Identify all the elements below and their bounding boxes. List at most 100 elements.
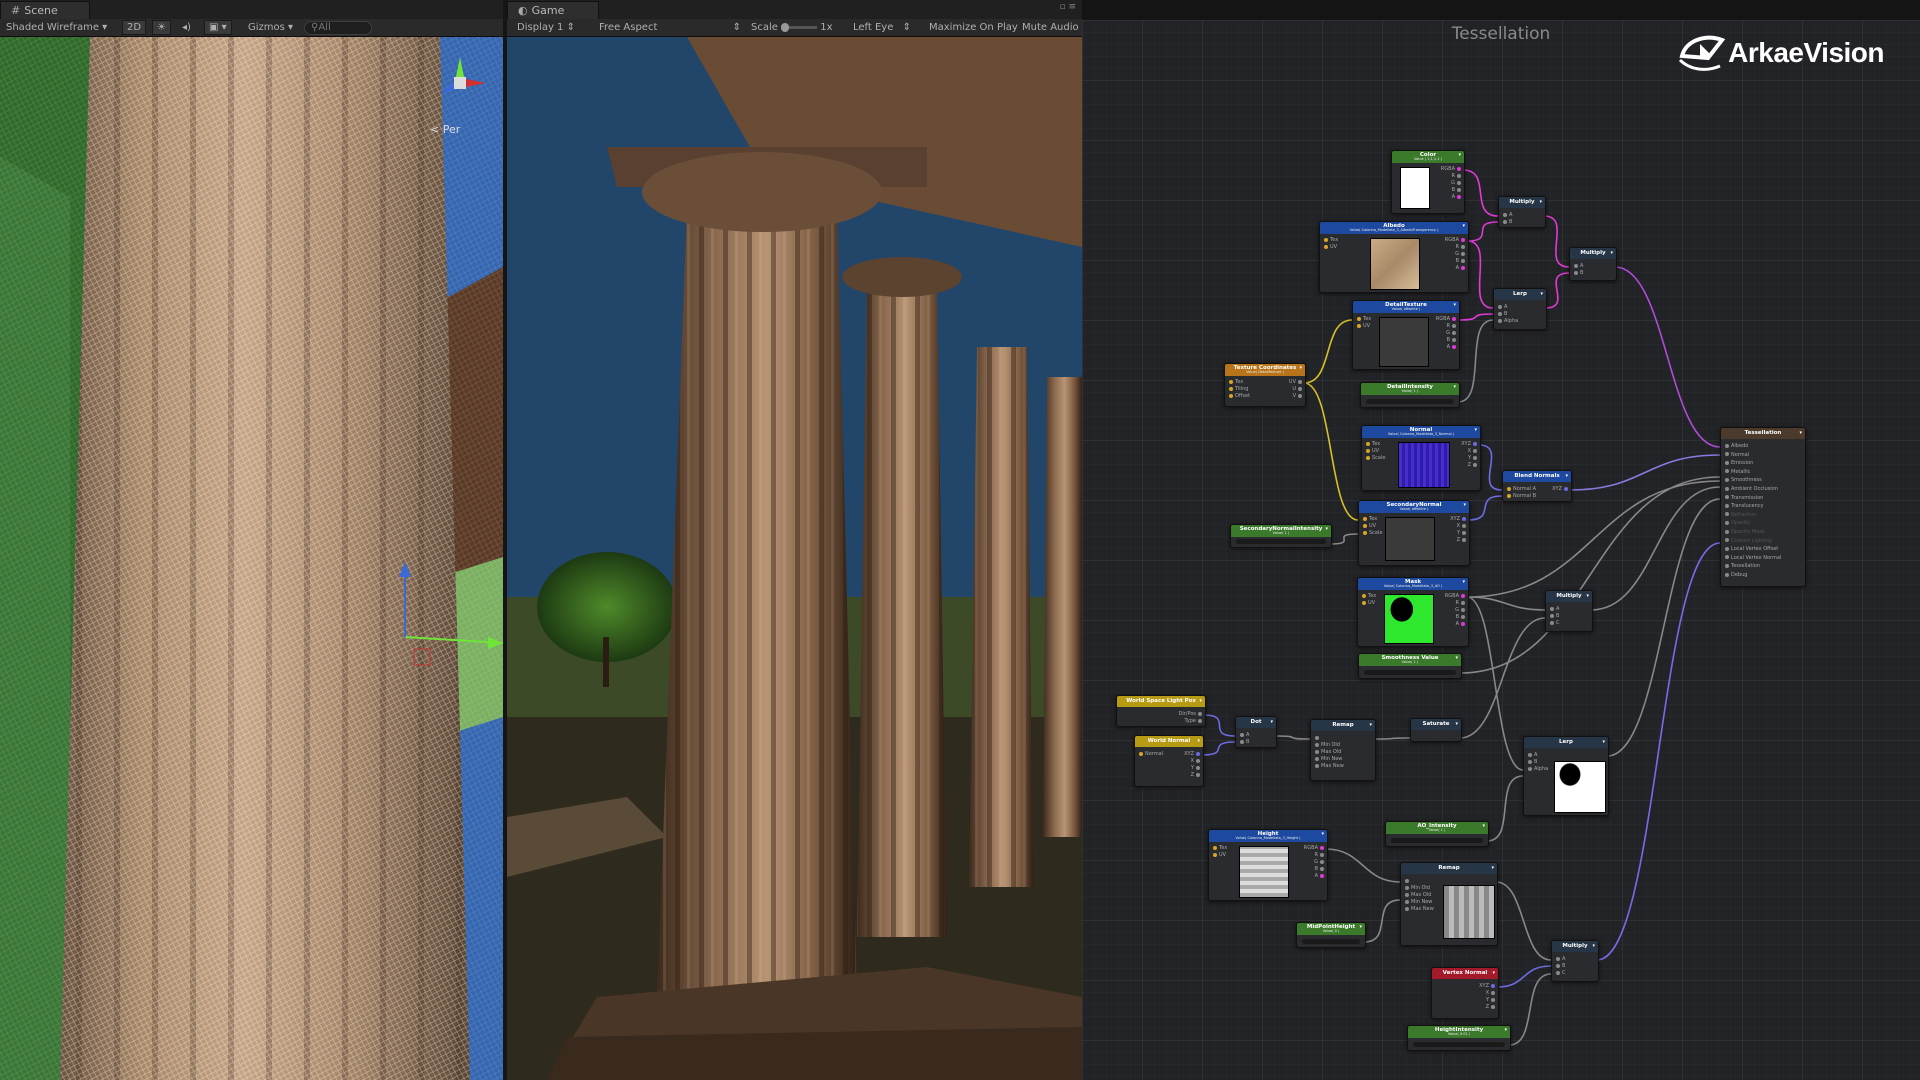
node-mask[interactable]: Mask ▾ Value( Colonna_Modellata_3_AO ) Tex U…	[1357, 577, 1469, 647]
port-dot-icon[interactable]	[1320, 873, 1324, 878]
node-output-port[interactable]: B	[1447, 337, 1458, 343]
connection-wire[interactable]	[1596, 542, 1721, 961]
port-dot-icon[interactable]	[1725, 538, 1729, 543]
port-dot-icon[interactable]	[1725, 520, 1729, 525]
node-header[interactable]: Multiply ▾	[1552, 941, 1598, 952]
connection-wire[interactable]	[1303, 319, 1353, 384]
port-dot-icon[interactable]	[1457, 194, 1461, 199]
node-output-port[interactable]: R	[1447, 323, 1458, 329]
connection-wire[interactable]	[1486, 775, 1524, 842]
node-output-port[interactable]: XYZ	[1184, 751, 1202, 757]
port-dot-icon[interactable]	[1366, 455, 1370, 460]
eye-dropdown[interactable]: Left Eye ⇕	[853, 19, 911, 36]
port-dot-icon[interactable]	[1556, 956, 1560, 961]
port-dot-icon[interactable]	[1725, 460, 1729, 465]
node-input-port[interactable]: Tex	[1211, 845, 1227, 851]
node-normal[interactable]: Normal ▾ Value( Colonna_Modellata_3_Normal…	[1361, 425, 1481, 491]
port-dot-icon[interactable]	[1556, 970, 1560, 975]
node-input-port[interactable]: A	[1501, 212, 1512, 218]
node-output-port[interactable]: R	[1456, 600, 1467, 606]
panel-menu-icon[interactable]: ▫ ≡	[1059, 2, 1076, 12]
connection-wire[interactable]	[1462, 169, 1499, 217]
mute-audio-toggle[interactable]: Mute Audio	[1022, 19, 1079, 36]
node-input-port[interactable]: A	[1548, 606, 1559, 612]
port-dot-icon[interactable]	[1574, 270, 1578, 275]
node-input-port[interactable]: Normal B	[1505, 493, 1536, 499]
port-dot-icon[interactable]	[1725, 486, 1729, 491]
effects-toggle-icon[interactable]: ▣ ▾	[204, 20, 232, 35]
node-collapse-icon[interactable]: ▾	[1492, 968, 1495, 979]
connection-wire[interactable]	[1569, 454, 1721, 491]
aspect-dropdown[interactable]: Free Aspect ⇕	[599, 19, 741, 36]
node-value-slider[interactable]	[1302, 939, 1360, 944]
node-header[interactable]: Vertex Normal ▾	[1432, 968, 1498, 979]
node-output-port[interactable]: XYZ	[1479, 983, 1497, 989]
port-dot-icon[interactable]	[1315, 749, 1319, 754]
node-output-port[interactable]: X	[1468, 448, 1479, 454]
port-dot-icon[interactable]	[1461, 593, 1465, 598]
node-collapse-icon[interactable]: ▾	[1602, 737, 1605, 748]
port-dot-icon[interactable]	[1452, 316, 1456, 321]
port-dot-icon[interactable]	[1198, 718, 1202, 723]
node-value-slider[interactable]	[1413, 1042, 1505, 1047]
port-dot-icon[interactable]	[1196, 765, 1200, 770]
node-output-port[interactable]: G	[1455, 607, 1467, 613]
node-input-port[interactable]: Alpha	[1526, 766, 1548, 772]
port-dot-icon[interactable]	[1229, 386, 1233, 391]
node-header[interactable]: DetailIntensity ▾ Value( 1 )	[1361, 383, 1459, 395]
node-output-port[interactable]: Type	[1185, 718, 1204, 724]
node-output-port[interactable]: B	[1315, 866, 1326, 872]
node-output-port[interactable]: G	[1455, 251, 1467, 257]
port-dot-icon[interactable]	[1298, 393, 1302, 398]
node-input-port[interactable]: A	[1526, 752, 1537, 758]
node-output-port[interactable]: XYZ	[1552, 486, 1570, 492]
port-dot-icon[interactable]	[1405, 885, 1409, 890]
port-dot-icon[interactable]	[1725, 469, 1729, 474]
port-dot-icon[interactable]	[1452, 323, 1456, 328]
connection-wire[interactable]	[1274, 735, 1311, 740]
node-input-port[interactable]: Debug	[1723, 572, 1747, 578]
node-output-port[interactable]: Z	[1191, 772, 1202, 778]
node-collapse-icon[interactable]: ▾	[1610, 248, 1613, 259]
node-tessellation[interactable]: Tessellation ▾ Albedo Normal Emission Metalli…	[1720, 427, 1806, 587]
port-dot-icon[interactable]	[1457, 166, 1461, 171]
node-input-port[interactable]	[1313, 735, 1321, 741]
node-output-port[interactable]: V	[1293, 393, 1304, 399]
port-dot-icon[interactable]	[1240, 732, 1244, 737]
2d-toggle[interactable]: 2D	[122, 20, 147, 35]
port-dot-icon[interactable]	[1457, 180, 1461, 185]
port-dot-icon[interactable]	[1473, 441, 1477, 446]
node-secondary-normal[interactable]: SecondaryNormal ▾ Value( offwhite ) Tex UV Sc…	[1358, 500, 1470, 566]
port-dot-icon[interactable]	[1528, 752, 1532, 757]
port-dot-icon[interactable]	[1461, 237, 1465, 242]
node-input-port[interactable]: Tex	[1360, 593, 1376, 599]
orientation-gizmo[interactable]	[430, 53, 490, 113]
node-output-port[interactable]: RGBA	[1445, 237, 1467, 243]
connection-wire[interactable]	[1373, 737, 1411, 740]
port-dot-icon[interactable]	[1491, 983, 1495, 988]
port-dot-icon[interactable]	[1550, 613, 1554, 618]
node-output-port[interactable]: G	[1446, 330, 1458, 336]
node-multiply1[interactable]: Multiply ▾ A B	[1498, 196, 1546, 228]
connection-wire[interactable]	[1508, 973, 1552, 1046]
port-dot-icon[interactable]	[1725, 495, 1729, 500]
node-header[interactable]: Multiply ▾	[1570, 248, 1616, 259]
port-dot-icon[interactable]	[1320, 859, 1324, 864]
port-dot-icon[interactable]	[1550, 606, 1554, 611]
node-input-port[interactable]: Tex	[1227, 379, 1243, 385]
node-header[interactable]: SecondaryNormalIntensity ▾ Value( 1 )	[1231, 525, 1331, 537]
port-dot-icon[interactable]	[1462, 516, 1466, 521]
port-dot-icon[interactable]	[1457, 173, 1461, 178]
node-input-port[interactable]: UV	[1360, 600, 1375, 606]
node-output-port[interactable]: Z	[1486, 1004, 1497, 1010]
node-color[interactable]: Color ▾ Value ( 1,1,1,1 ) RGBA R G B A	[1391, 150, 1465, 214]
node-input-port[interactable]: Local Vertex Normal	[1723, 555, 1781, 561]
port-dot-icon[interactable]	[1462, 530, 1466, 535]
connection-wire[interactable]	[1495, 881, 1552, 961]
port-dot-icon[interactable]	[1405, 899, 1409, 904]
node-collapse-icon[interactable]: ▾	[1565, 471, 1568, 482]
node-output-port[interactable]: Y	[1486, 997, 1497, 1003]
connection-wire[interactable]	[1590, 486, 1721, 611]
port-dot-icon[interactable]	[1725, 529, 1729, 534]
node-input-port[interactable]: Custom Lighting	[1723, 538, 1772, 544]
